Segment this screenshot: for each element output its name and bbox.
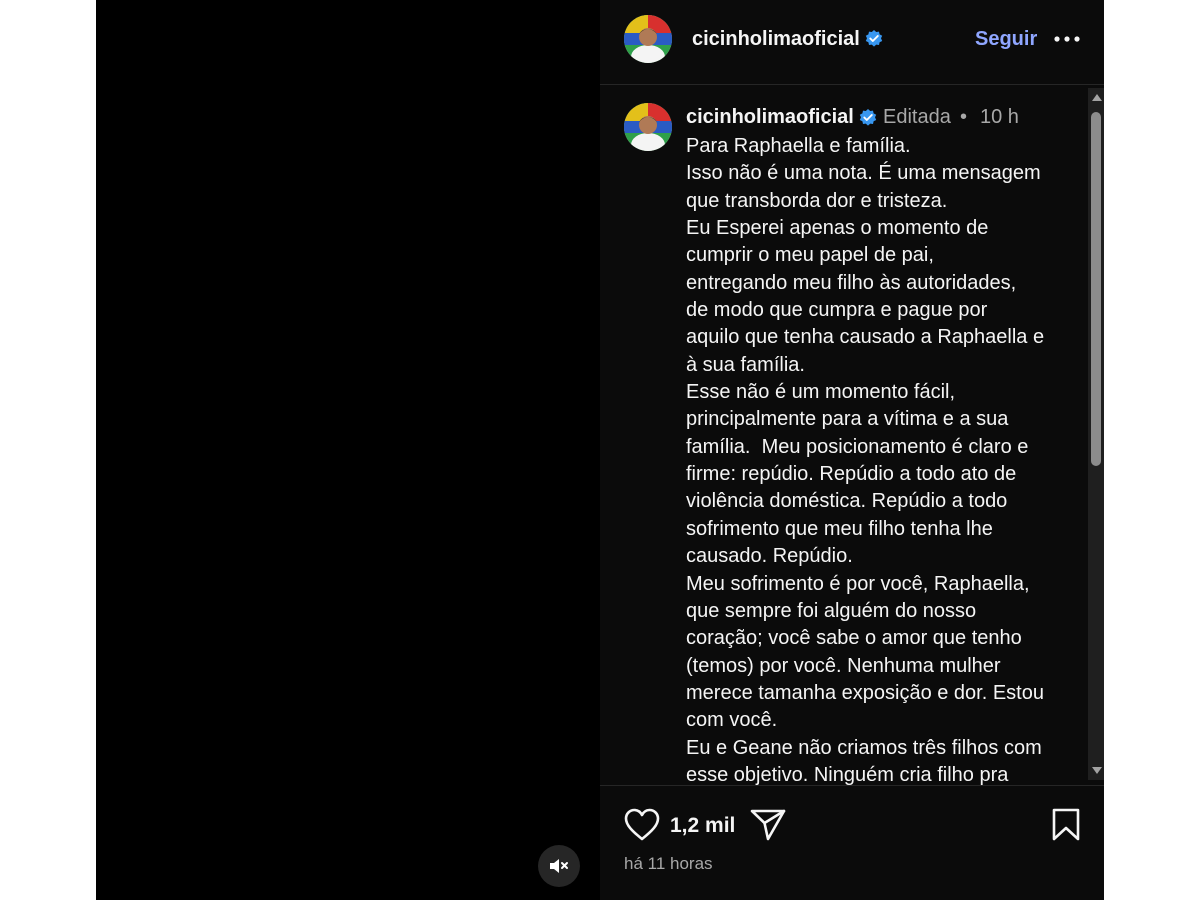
- like-button[interactable]: [624, 808, 660, 842]
- post-header: cicinholimaoficial Seguir: [600, 0, 1104, 85]
- caption-line: Esse não é um momento fácil,: [686, 381, 956, 404]
- caption-line: de modo que cumpra e pague por: [686, 299, 988, 322]
- save-button[interactable]: [1050, 808, 1082, 842]
- avatar[interactable]: [624, 15, 672, 63]
- verified-badge-icon: [859, 109, 877, 126]
- caption-line: violência doméstica. Repúdio a todo: [686, 490, 1008, 513]
- caption-line: coração; você sabe o amor que tenho: [686, 627, 1022, 650]
- follow-button[interactable]: Seguir: [975, 28, 1037, 51]
- edited-label: Editada: [883, 106, 951, 128]
- post-side-panel: cicinholimaoficial Seguir cicinholimaofi…: [600, 0, 1104, 900]
- caption-line: família. Meu posicionamento é claro e: [686, 435, 1029, 458]
- caption-line: sofrimento que meu filho tenha lhe: [686, 517, 993, 540]
- verified-badge-icon: [865, 30, 883, 47]
- scroll-up-arrow-icon[interactable]: [1092, 94, 1102, 101]
- like-count[interactable]: 1,2 mil: [670, 814, 735, 838]
- bookmark-icon: [1052, 808, 1080, 841]
- caption-line: Isso não é uma nota. É uma mensagem: [686, 162, 1041, 185]
- mute-button[interactable]: [538, 845, 580, 887]
- caption-line: que transborda dor e tristeza.: [686, 189, 948, 212]
- avatar[interactable]: [624, 103, 672, 151]
- caption-line: aquilo que tenha causado a Raphaella e: [686, 326, 1045, 349]
- caption-line: Eu e Geane não criamos três filhos com: [686, 736, 1042, 759]
- caption-time: 10 h: [980, 106, 1019, 128]
- caption-text: Para Raphaella e família. Isso não é uma…: [686, 133, 1076, 785]
- caption-line: (temos) por você. Nenhuma mulher: [686, 654, 1001, 677]
- post-time: há 11 horas: [624, 854, 713, 873]
- caption-line: esse objetivo. Ninguém cria filho pra: [686, 763, 1009, 785]
- caption-line: principalmente para a vítima e a sua: [686, 408, 1009, 431]
- caption-area[interactable]: cicinholimaoficial Editada • 10 h Para R…: [600, 85, 1088, 785]
- caption-line: firme: repúdio. Repúdio a todo ato de: [686, 463, 1017, 486]
- caption-line: Para Raphaella e família.: [686, 135, 911, 157]
- more-options-button[interactable]: [1052, 26, 1082, 52]
- caption-line: entregando meu filho às autoridades,: [686, 271, 1017, 294]
- caption-line: Meu sofrimento é por você, Raphaella,: [686, 572, 1030, 595]
- caption-line: com você.: [686, 709, 778, 732]
- caption-line: à sua família.: [686, 353, 805, 376]
- caption-line: cumprir o meu papel de pai,: [686, 244, 934, 267]
- scroll-thumb[interactable]: [1091, 112, 1101, 466]
- caption-line: causado. Repúdio.: [686, 545, 853, 568]
- separator-dot: •: [960, 106, 968, 128]
- heart-icon: [624, 808, 660, 841]
- caption-line: que sempre foi alguém do nosso: [686, 599, 977, 622]
- username[interactable]: cicinholimaoficial: [692, 28, 860, 51]
- post-actions: 1,2 mil há 11 horas: [600, 785, 1104, 901]
- send-icon: [750, 809, 786, 841]
- caption-username[interactable]: cicinholimaoficial: [686, 106, 854, 129]
- video-player[interactable]: [96, 0, 600, 900]
- speaker-muted-icon: [550, 859, 568, 873]
- caption-line: Eu Esperei apenas o momento de: [686, 217, 989, 240]
- scroll-down-arrow-icon[interactable]: [1092, 767, 1102, 774]
- more-options-icon: [1054, 36, 1080, 42]
- caption-line: merece tamanha exposição e dor. Estou: [686, 681, 1044, 704]
- caption-scrollbar[interactable]: [1088, 88, 1104, 780]
- share-button[interactable]: [750, 808, 786, 842]
